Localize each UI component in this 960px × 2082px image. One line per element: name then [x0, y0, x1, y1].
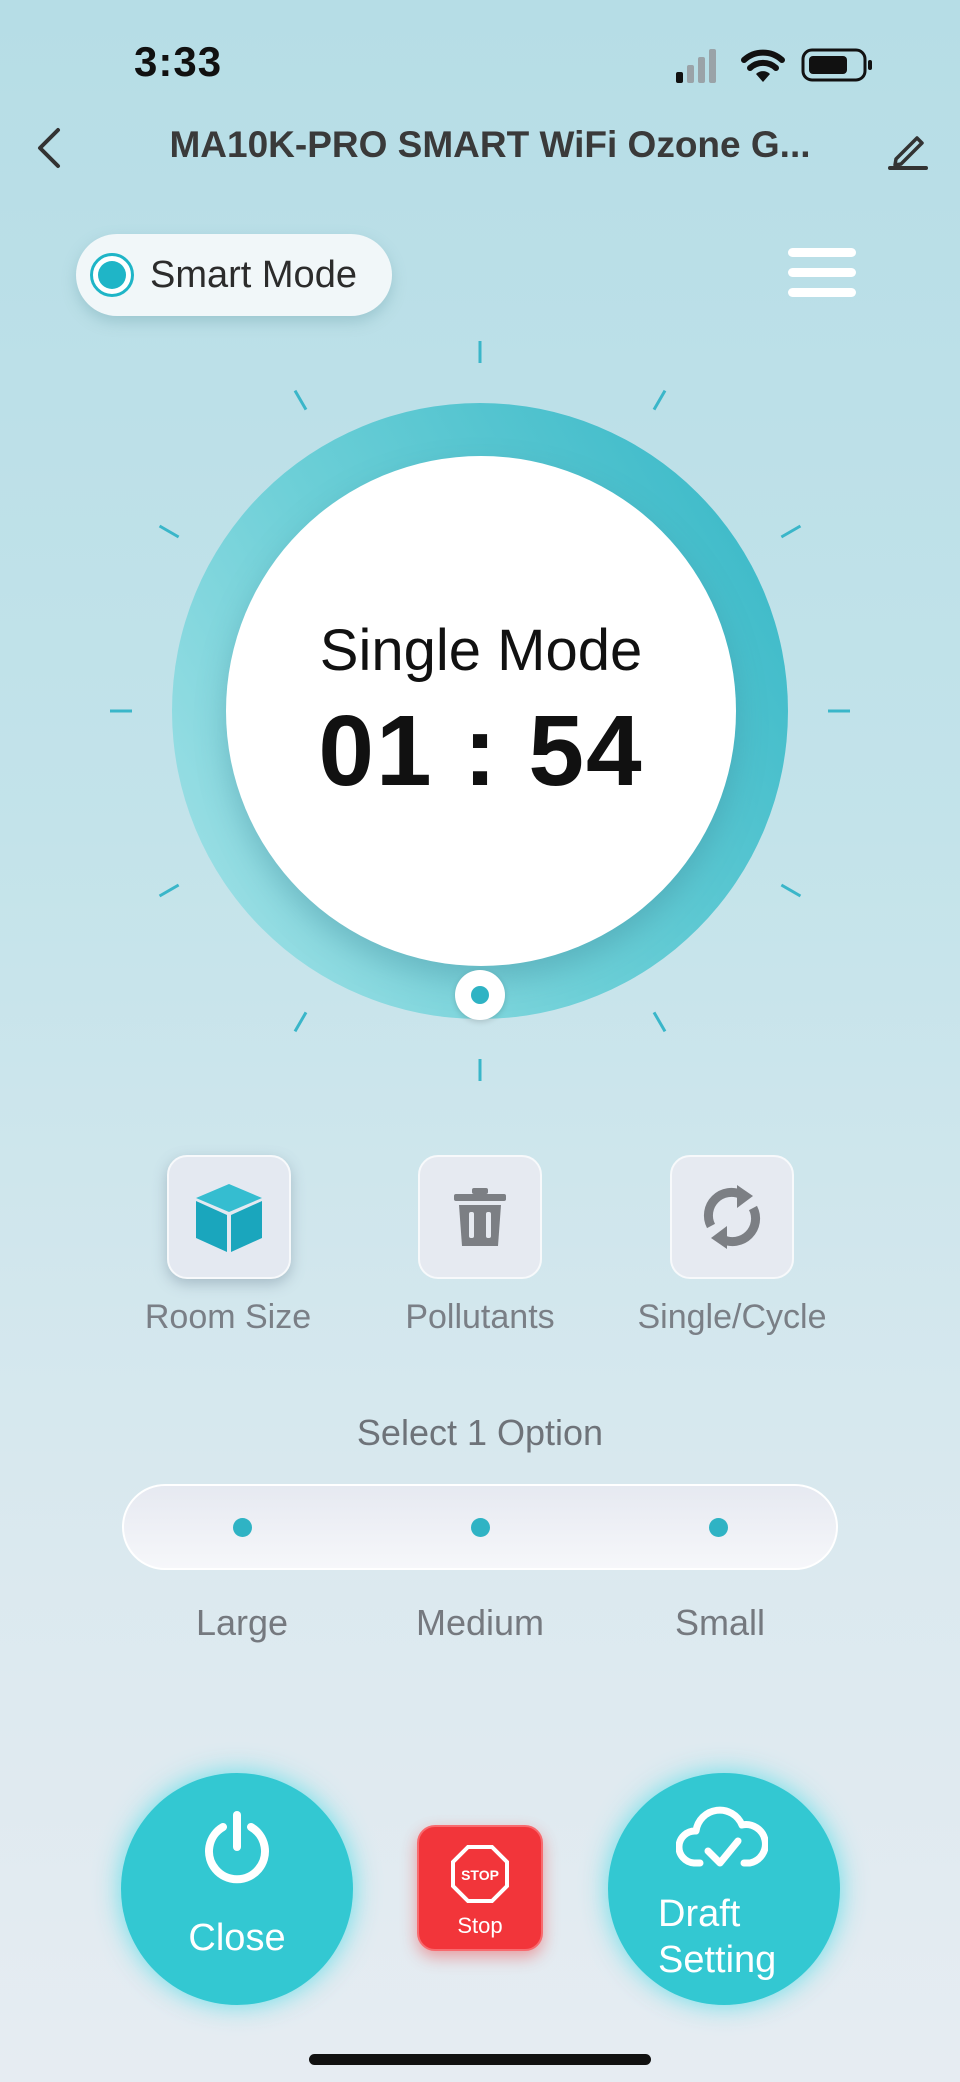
stop-label: Stop [457, 1913, 503, 1938]
smart-mode-label: Smart Mode [150, 253, 357, 296]
size-large-label: Large [195, 1602, 289, 1643]
close-button[interactable]: Close [121, 1773, 353, 2005]
status-time: 3:33 [134, 38, 223, 85]
back-button[interactable] [24, 118, 74, 178]
pollutants-button[interactable] [418, 1155, 542, 1279]
room-size-label: Room Size [144, 1298, 312, 1336]
wifi-icon [741, 49, 785, 82]
signal-icon [676, 49, 716, 83]
chevron-left-icon [38, 128, 60, 168]
dial-tick [652, 389, 667, 411]
dial-tick [780, 524, 802, 539]
cube-icon [196, 1184, 262, 1252]
power-icon [205, 1811, 269, 1884]
cloud-check-icon [676, 1806, 768, 1867]
stop-sign-text: STOP [461, 1867, 499, 1883]
menu-button[interactable] [788, 248, 856, 304]
timer-readout: 01 : 54 [318, 695, 644, 807]
slider-stop-small[interactable] [709, 1518, 728, 1537]
room-size-button[interactable] [167, 1155, 291, 1279]
edit-button[interactable] [878, 118, 938, 178]
dial-tick [158, 883, 180, 898]
stop-sign-icon: STOP [451, 1845, 509, 1903]
draft-setting-label: Draft Setting [658, 1893, 777, 1981]
select-option-prompt: Select 1 Option [356, 1412, 604, 1453]
page-title: MA10K-PRO SMART WiFi Ozone G... [169, 124, 811, 165]
size-small-label: Small [674, 1602, 766, 1643]
dial-mode-label: Single Mode [319, 618, 643, 683]
smart-mode-toggle[interactable]: Smart Mode [76, 234, 392, 316]
stop-button[interactable]: STOP Stop [417, 1825, 543, 1951]
dial-tick [780, 883, 802, 898]
timer-handle[interactable] [455, 970, 505, 1020]
pollutants-label: Pollutants [405, 1298, 555, 1336]
dial-tick [158, 524, 180, 539]
pencil-icon [888, 136, 928, 170]
single-cycle-label: Single/Cycle [637, 1298, 827, 1336]
size-medium-label: Medium [415, 1602, 545, 1643]
dial-tick [652, 1011, 667, 1033]
trash-icon [454, 1188, 506, 1246]
dial-tick [293, 1011, 308, 1033]
dial-tick [293, 389, 308, 411]
radio-selected-icon [90, 253, 134, 297]
close-label: Close [188, 1917, 286, 1959]
slider-stop-medium[interactable] [471, 1518, 490, 1537]
status-icons [676, 48, 872, 83]
draft-setting-button[interactable]: Draft Setting [608, 1773, 840, 2005]
single-cycle-button[interactable] [670, 1155, 794, 1279]
home-indicator [309, 2054, 651, 2065]
cycle-icon [703, 1185, 761, 1249]
slider-stop-large[interactable] [233, 1518, 252, 1537]
hamburger-icon [788, 248, 856, 257]
battery-icon [801, 48, 872, 82]
